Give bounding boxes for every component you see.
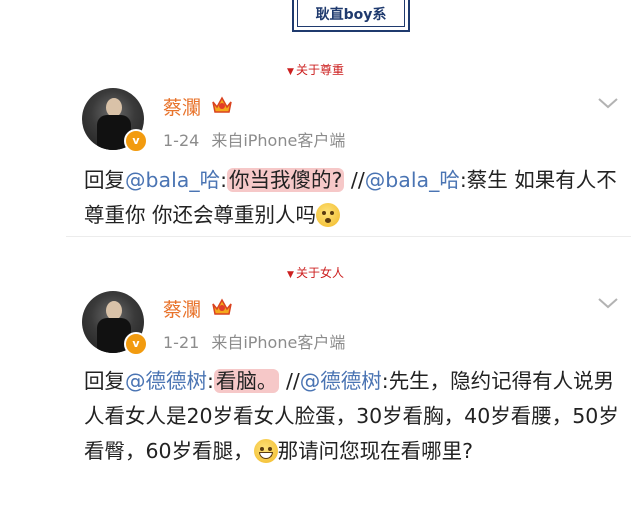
section-tag-label: 关于女人 [295, 266, 344, 280]
chevron-down-icon[interactable] [597, 296, 619, 310]
speechless-emoji-icon [316, 203, 341, 227]
grinning-emoji-icon [253, 439, 278, 463]
username[interactable]: 蔡瀾 [163, 295, 201, 322]
post-meta: 1-21 来自iPhone客户端 [163, 329, 345, 353]
repost-separator: // [279, 369, 300, 393]
triangle-down-icon: ▼ [287, 270, 294, 280]
post-source: 来自iPhone客户端 [211, 333, 346, 352]
colon: : [207, 369, 214, 393]
highlighted-reply: 看脑。 [213, 369, 280, 393]
mention-link[interactable]: @bala_哈 [125, 168, 220, 192]
reply-prefix: 回复 [84, 369, 125, 393]
colon: : [381, 369, 389, 393]
quoted-text-end: 那请问您现在看哪里? [277, 439, 473, 463]
post-content: 回复@bala_哈:你当我傻的? //@bala_哈:蔡生 如果有人不尊重你 你… [84, 163, 624, 233]
member-crown-icon [212, 298, 232, 315]
username[interactable]: 蔡瀾 [163, 93, 201, 120]
post-meta: 1-24 来自iPhone客户端 [163, 127, 345, 151]
triangle-down-icon: ▼ [287, 67, 294, 77]
mention-link[interactable]: @德德树 [300, 369, 382, 393]
section-tag-2: ▼ 关于女人 [0, 264, 631, 281]
verified-badge-icon: v [124, 129, 148, 153]
repost-separator: // [344, 168, 365, 192]
post-source: 来自iPhone客户端 [211, 131, 346, 150]
verified-badge-icon: v [124, 332, 148, 356]
colon: : [220, 168, 228, 192]
mention-link[interactable]: @bala_哈 [365, 168, 460, 192]
highlighted-reply: 你当我傻的? [227, 168, 345, 192]
divider [66, 236, 631, 237]
reply-prefix: 回复 [84, 168, 125, 192]
post-date: 1-24 [163, 131, 200, 150]
banner-frame: 耿直boy系 [292, 0, 410, 32]
member-crown-icon [212, 96, 232, 113]
post-content: 回复@德德树:看脑。 //@德德树:先生，隐约记得有人说男人看女人是20岁看女人… [84, 364, 624, 469]
post-date: 1-21 [163, 333, 200, 352]
mention-link[interactable]: @德德树 [125, 369, 207, 393]
section-tag-label: 关于尊重 [295, 63, 344, 77]
chevron-down-icon[interactable] [597, 96, 619, 110]
banner-title: 耿直boy系 [315, 7, 387, 23]
section-tag-1: ▼ 关于尊重 [0, 61, 631, 78]
colon: : [459, 168, 467, 192]
